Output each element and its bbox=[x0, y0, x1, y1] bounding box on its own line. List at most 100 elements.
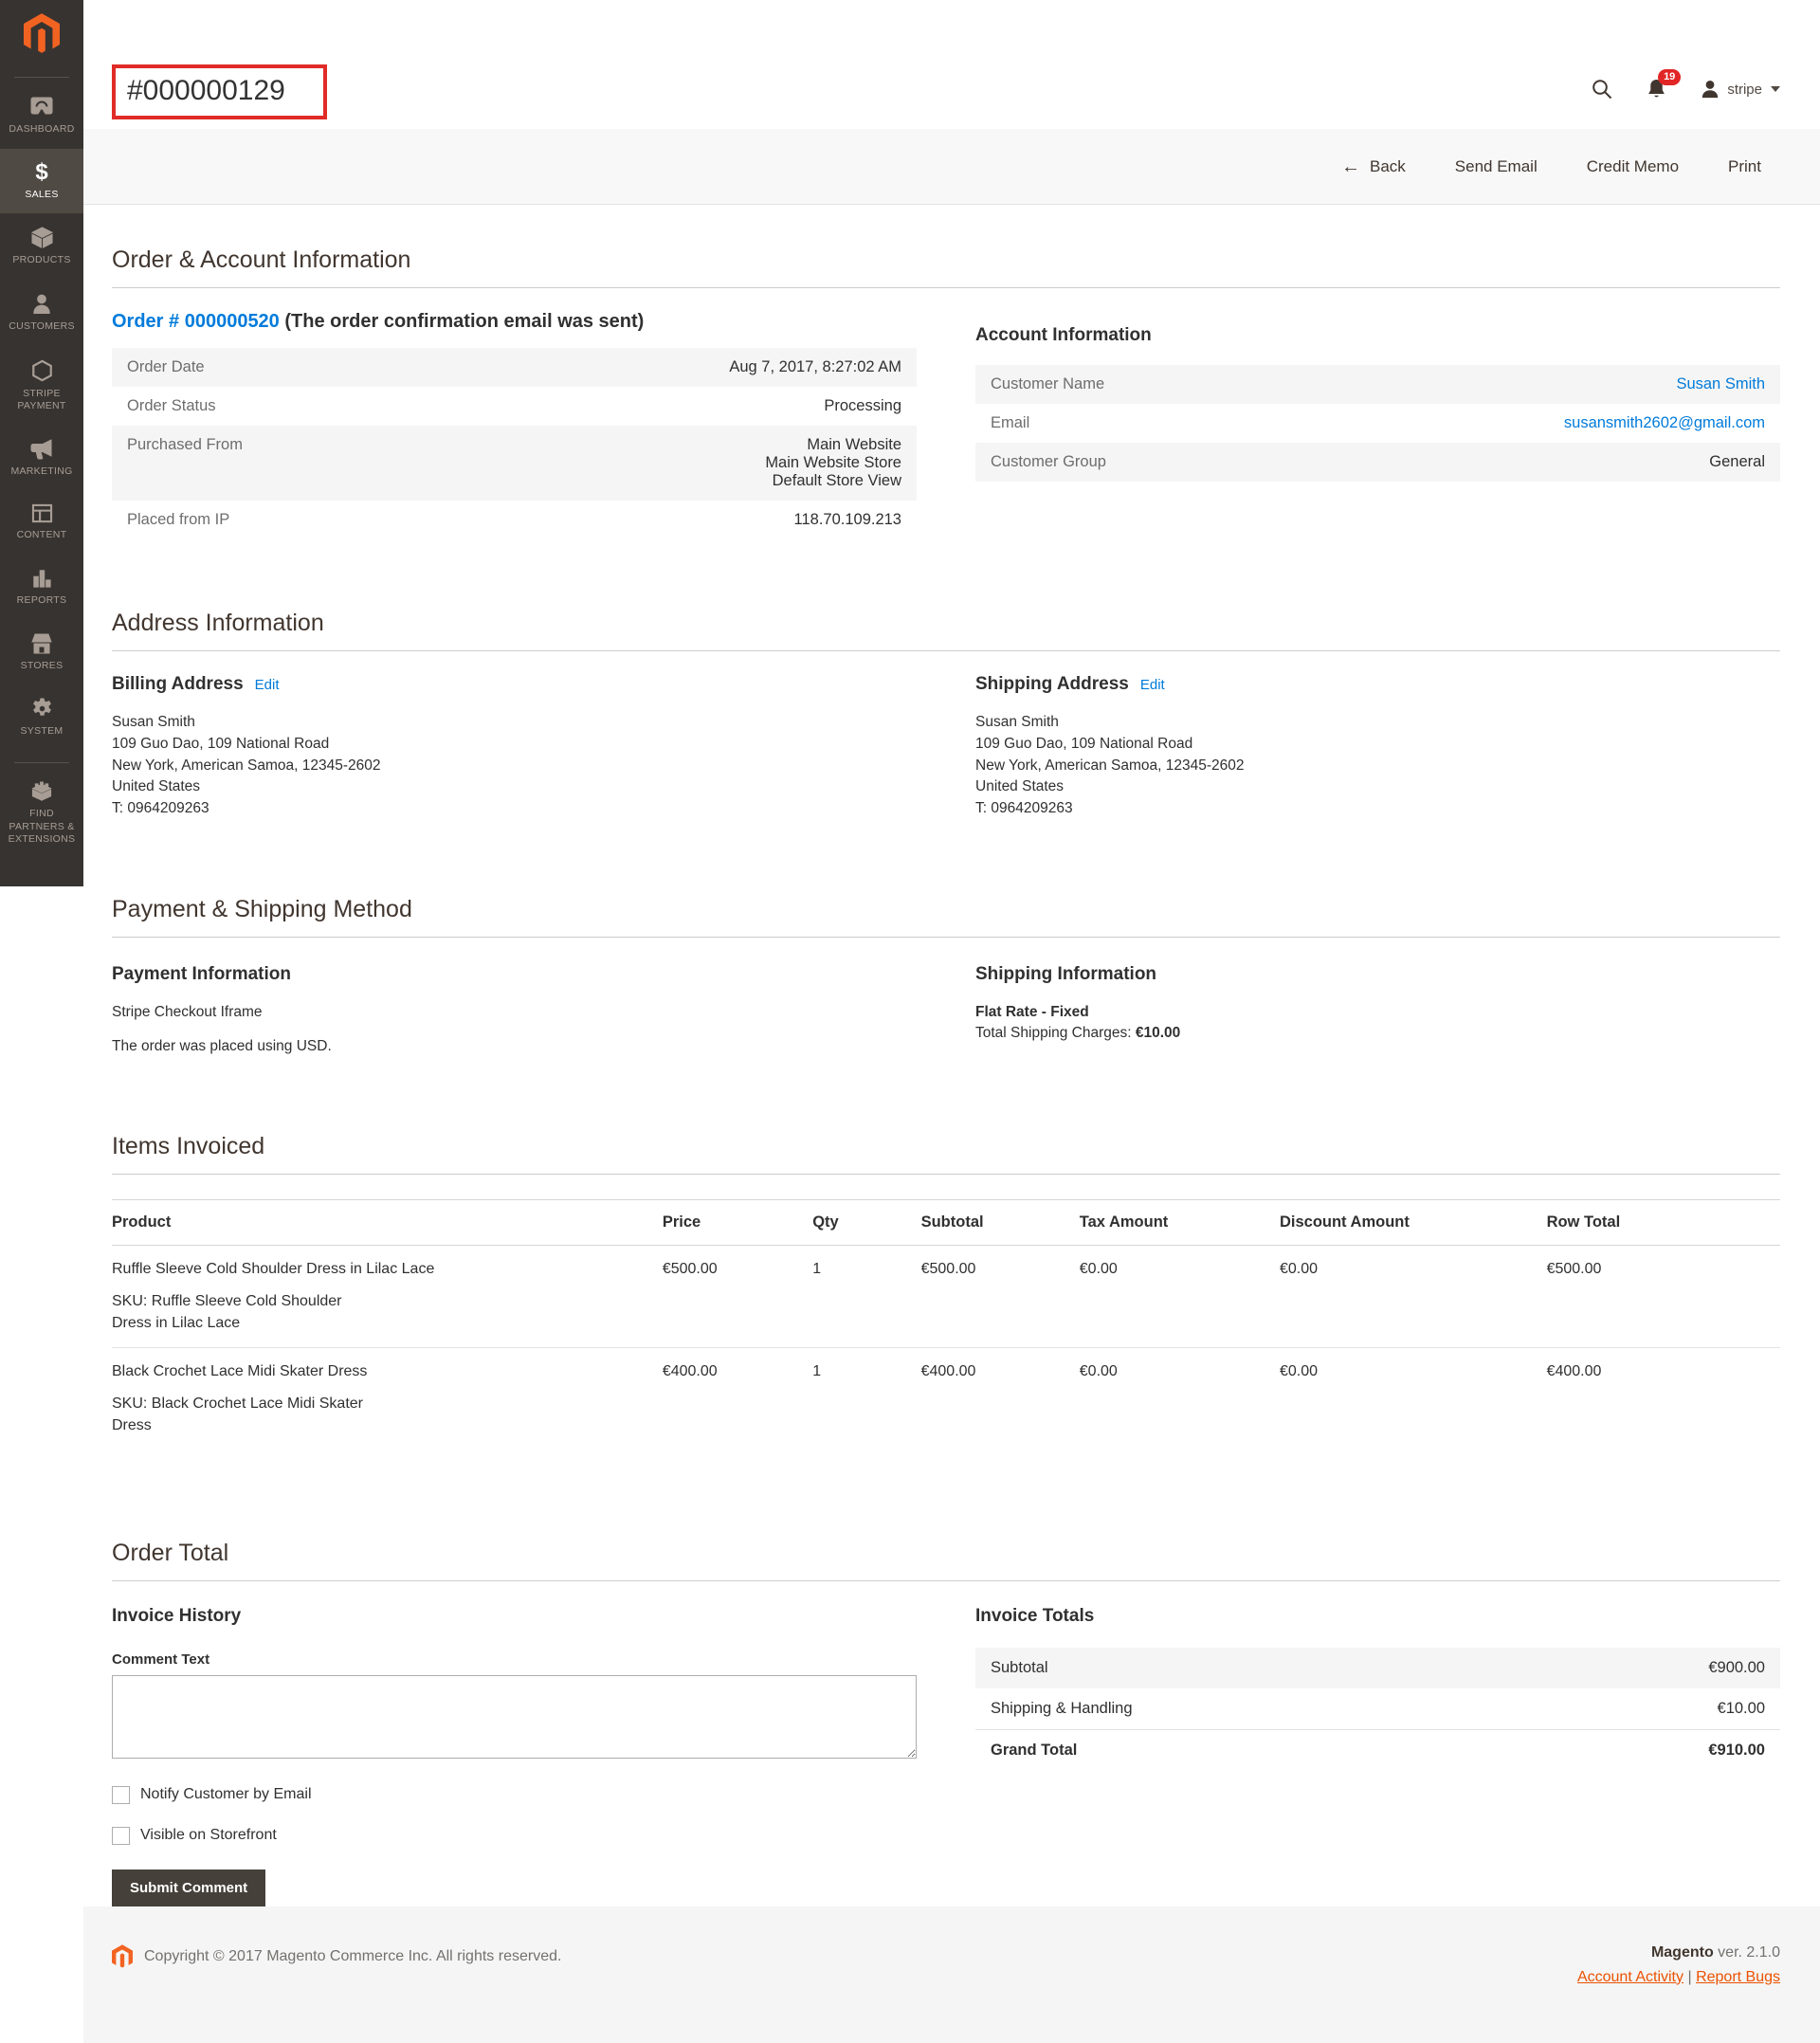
account-activity-link[interactable]: Account Activity bbox=[1577, 1969, 1684, 1985]
sidebar-item-system[interactable]: SYSTEM bbox=[0, 684, 83, 751]
visible-storefront-label: Visible on Storefront bbox=[140, 1827, 277, 1844]
magento-footer-logo-icon bbox=[112, 1944, 133, 1969]
dashboard-icon bbox=[30, 97, 53, 118]
section-title: Items Invoiced bbox=[112, 1133, 1780, 1175]
copyright-text: Copyright © 2017 Magento Commerce Inc. A… bbox=[144, 1948, 561, 1965]
sidebar-item-marketing[interactable]: MARKETING bbox=[0, 426, 83, 491]
user-icon bbox=[1700, 79, 1720, 100]
find-partners-icon bbox=[30, 780, 53, 802]
shipping-address-panel: Shipping Address Edit Susan Smith 109 Gu… bbox=[975, 674, 1780, 820]
username-label: stripe bbox=[1727, 82, 1762, 98]
customer-email-link[interactable]: susansmith2602@gmail.com bbox=[1564, 414, 1765, 431]
comment-text-label: Comment Text bbox=[112, 1651, 917, 1668]
sidebar-item-content[interactable]: CONTENT bbox=[0, 490, 83, 555]
section-order-account: Order & Account Information Order # 0000… bbox=[112, 246, 1780, 539]
customer-group-row: Customer Group General bbox=[975, 443, 1780, 482]
section-order-total: Order Total Invoice History Comment Text… bbox=[112, 1540, 1780, 1906]
billing-address-text: Susan Smith 109 Guo Dao, 109 National Ro… bbox=[112, 712, 917, 820]
grand-total-row: Grand Total €910.00 bbox=[975, 1729, 1780, 1771]
print-button[interactable]: Print bbox=[1728, 157, 1761, 176]
user-menu[interactable]: stripe bbox=[1700, 79, 1780, 100]
sidebar-item-products[interactable]: PRODUCTS bbox=[0, 213, 83, 280]
stores-icon bbox=[30, 633, 53, 654]
placed-from-ip-row: Placed from IP 118.70.109.213 bbox=[112, 501, 917, 539]
product-sku: SKU: Black Crochet Lace Midi Skater Dres… bbox=[112, 1393, 373, 1436]
items-invoiced-table: Product Price Qty Subtotal Tax Amount Di… bbox=[112, 1199, 1780, 1450]
page-header: #000000129 19 stripe bbox=[83, 0, 1820, 119]
shipping-address-edit-link[interactable]: Edit bbox=[1140, 677, 1165, 693]
items-table-header: Product Price Qty Subtotal Tax Amount Di… bbox=[112, 1199, 1780, 1245]
product-name: Black Crochet Lace Midi Skater Dress bbox=[112, 1363, 653, 1380]
footer-separator: | bbox=[1687, 1969, 1691, 1985]
products-icon bbox=[31, 227, 53, 248]
send-email-button[interactable]: Send Email bbox=[1455, 157, 1538, 176]
shipping-charges: Total Shipping Charges: €10.00 bbox=[975, 1025, 1780, 1042]
product-sku: SKU: Ruffle Sleeve Cold Shoulder Dress i… bbox=[112, 1290, 373, 1334]
account-information-panel: Account Information Customer Name Susan … bbox=[975, 311, 1780, 482]
order-number-line: Order # 000000520 (The order confirmatio… bbox=[112, 311, 917, 333]
back-arrow-icon: ← bbox=[1341, 157, 1360, 176]
shipping-method: Flat Rate - Fixed bbox=[975, 1004, 1780, 1021]
section-title: Order & Account Information bbox=[112, 246, 1780, 288]
search-button[interactable] bbox=[1591, 78, 1613, 100]
customers-icon bbox=[31, 293, 52, 315]
invoice-history-panel: Invoice History Comment Text Notify Cust… bbox=[112, 1606, 917, 1906]
sidebar-item-sales[interactable]: $ SALES bbox=[0, 149, 83, 214]
purchased-from-row: Purchased From Main Website Main Website… bbox=[112, 426, 917, 501]
shipping-address-title: Shipping Address bbox=[975, 674, 1129, 695]
shipping-handling-row: Shipping & Handling €10.00 bbox=[975, 1688, 1780, 1729]
sales-icon: $ bbox=[35, 162, 47, 183]
invoice-totals-panel: Invoice Totals Subtotal €900.00 Shipping… bbox=[975, 1606, 1780, 1771]
credit-memo-button[interactable]: Credit Memo bbox=[1587, 157, 1679, 176]
stripe-payment-icon bbox=[31, 359, 53, 382]
search-icon bbox=[1591, 78, 1613, 100]
billing-address-edit-link[interactable]: Edit bbox=[255, 677, 280, 693]
customer-name-link[interactable]: Susan Smith bbox=[1676, 375, 1765, 392]
submit-comment-button[interactable]: Submit Comment bbox=[112, 1870, 265, 1906]
sidebar-item-stripe-payment[interactable]: STRIPE PAYMENT bbox=[0, 346, 83, 426]
sidebar-item-customers[interactable]: CUSTOMERS bbox=[0, 280, 83, 346]
order-status-row: Order Status Processing bbox=[112, 387, 917, 426]
back-button[interactable]: ← Back bbox=[1341, 157, 1406, 176]
sidebar-item-dashboard[interactable]: DASHBOARD bbox=[0, 83, 83, 149]
system-icon bbox=[31, 698, 53, 720]
payment-method: Stripe Checkout Iframe bbox=[112, 1004, 917, 1021]
section-title: Address Information bbox=[112, 610, 1780, 651]
section-payment-shipping: Payment & Shipping Method Payment Inform… bbox=[112, 896, 1780, 1055]
sidebar-item-reports[interactable]: REPORTS bbox=[0, 555, 83, 620]
chevron-down-icon bbox=[1771, 86, 1780, 92]
section-address: Address Information Billing Address Edit… bbox=[112, 610, 1780, 820]
billing-address-panel: Billing Address Edit Susan Smith 109 Guo… bbox=[112, 674, 917, 820]
invoice-history-title: Invoice History bbox=[112, 1606, 917, 1627]
sidebar-item-find-partners[interactable]: FIND PARTNERS & EXTENSIONS bbox=[0, 767, 83, 859]
visible-storefront-checkbox[interactable] bbox=[112, 1827, 130, 1845]
section-items-invoiced: Items Invoiced Product Price Qty Subtota… bbox=[112, 1133, 1780, 1450]
marketing-icon bbox=[30, 439, 53, 460]
billing-address-title: Billing Address bbox=[112, 674, 244, 695]
reports-icon bbox=[31, 568, 52, 589]
invoice-totals-title: Invoice Totals bbox=[975, 1606, 1780, 1627]
footer: Copyright © 2017 Magento Commerce Inc. A… bbox=[83, 1906, 1820, 2043]
magento-logo-icon[interactable] bbox=[24, 13, 60, 60]
annotation-highlight-box: #000000129 bbox=[112, 64, 327, 119]
subtotal-row: Subtotal €900.00 bbox=[975, 1648, 1780, 1688]
payment-information-panel: Payment Information Stripe Checkout Ifra… bbox=[112, 964, 917, 1055]
report-bugs-link[interactable]: Report Bugs bbox=[1696, 1969, 1780, 1985]
notifications-button[interactable]: 19 bbox=[1646, 78, 1667, 100]
order-number-link[interactable]: Order # 000000520 bbox=[112, 311, 280, 332]
section-title: Order Total bbox=[112, 1540, 1780, 1581]
main-area: #000000129 19 stripe ← Back Send Email C… bbox=[83, 0, 1820, 2043]
comment-text-input[interactable] bbox=[112, 1675, 917, 1759]
sidebar-item-stores[interactable]: STORES bbox=[0, 620, 83, 685]
shipping-information-panel: Shipping Information Flat Rate - Fixed T… bbox=[975, 964, 1780, 1042]
payment-information-title: Payment Information bbox=[112, 964, 917, 985]
notify-customer-checkbox[interactable] bbox=[112, 1786, 130, 1804]
customer-name-row: Customer Name Susan Smith bbox=[975, 365, 1780, 404]
page-title: #000000129 bbox=[127, 75, 285, 107]
sidebar-divider bbox=[14, 77, 69, 78]
sidebar-divider bbox=[14, 762, 69, 763]
table-row: Ruffle Sleeve Cold Shoulder Dress in Lil… bbox=[112, 1245, 1780, 1347]
shipping-address-text: Susan Smith 109 Guo Dao, 109 National Ro… bbox=[975, 712, 1780, 820]
notification-badge: 19 bbox=[1658, 69, 1681, 85]
order-date-row: Order Date Aug 7, 2017, 8:27:02 AM bbox=[112, 348, 917, 387]
